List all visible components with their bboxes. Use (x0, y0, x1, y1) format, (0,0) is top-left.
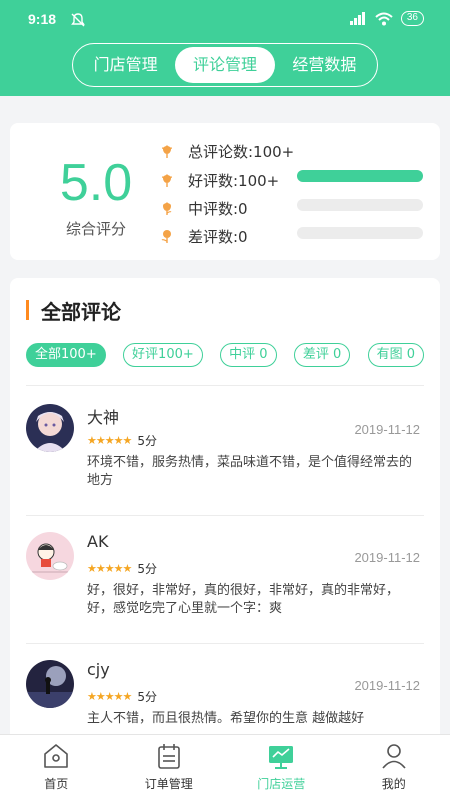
tab-mine[interactable]: 我的 (338, 735, 450, 800)
home-icon (44, 744, 69, 768)
rating-score: 5分 (137, 690, 157, 704)
section-title-accent (26, 300, 29, 320)
medium-reviews-text: 中评数:0 (188, 199, 248, 218)
good-reviews-bar (297, 170, 423, 182)
review-text: 好，很好，非常好，真的很好，非常好，真的非常好，好，感觉吃完了心里就一个字：爽 (87, 583, 400, 616)
review-date: 2019-11-12 (354, 422, 420, 437)
review-date: 2019-11-12 (354, 550, 420, 565)
bottom-tab-bar: 首页 订单管理 门店运营 我的 (0, 734, 450, 800)
status-bar: 9:18 36 (0, 0, 450, 40)
filter-good[interactable]: 好评100+ (123, 343, 203, 367)
flower-icon (163, 202, 172, 215)
tab-business-data[interactable]: 经营数据 (275, 47, 374, 83)
status-time: 9:18 (28, 11, 57, 27)
flower-icon (161, 145, 173, 158)
tab-mine-label: 我的 (381, 777, 406, 791)
total-reviews-text: 总评论数:100+ (188, 142, 295, 161)
tab-orders-label: 订单管理 (144, 777, 193, 791)
star-icon: ★★★★★ (87, 434, 132, 447)
bad-reviews-text: 差评数:0 (188, 227, 248, 246)
signal-icon (349, 12, 365, 25)
divider (26, 515, 424, 516)
star-rating: ★★★★★ 5分 (87, 560, 157, 577)
review-item: cjy ★★★★★ 5分 2019-11-12 主人不错，而且很热情。希望你的生… (26, 660, 424, 738)
star-icon: ★★★★★ (87, 562, 132, 575)
good-reviews-row: 好评数:100+ (158, 168, 279, 192)
good-reviews-text: 好评数:100+ (188, 171, 280, 190)
medium-reviews-bar (297, 199, 423, 211)
tab-store-operation[interactable]: 门店运营 (225, 735, 338, 800)
divider (26, 643, 424, 644)
rating-summary-card: 5.0 综合评分 总评论数:100+ 好评数:100+ 中评数:0 差评数:0 (10, 123, 440, 260)
profile-icon (382, 744, 406, 769)
status-icons: 36 (349, 11, 424, 26)
flower-icon (161, 174, 173, 187)
order-icon (157, 744, 180, 769)
review-text: 环境不错，服务热情，菜品味道不错，是个值得经常去的地方 (87, 455, 413, 488)
filter-all[interactable]: 全部100+ (26, 343, 106, 367)
reviewer-name: 大神 (87, 408, 120, 427)
tab-home[interactable]: 首页 (0, 735, 113, 800)
star-rating: ★★★★★ 5分 (87, 432, 157, 449)
total-reviews-row: 总评论数:100+ (158, 139, 294, 163)
review-item: AK ★★★★★ 5分 2019-11-12 好，很好，非常好，真的很好，非常好… (26, 532, 424, 632)
bad-reviews-bar (297, 227, 423, 239)
medium-reviews-row: 中评数:0 (158, 196, 248, 220)
reviews-card: 全部评论 全部100+ 好评100+ 中评 0 差评 0 有图 0 大神 ★★★… (10, 278, 440, 738)
rating-score: 5分 (137, 562, 157, 576)
mute-icon (71, 13, 85, 27)
review-text: 主人不错，而且很热情。希望你的生意 越做越好 (87, 711, 365, 726)
filter-medium[interactable]: 中评 0 (220, 343, 277, 367)
tab-store-operation-label: 门店运营 (257, 777, 306, 791)
review-filters: 全部100+ 好评100+ 中评 0 差评 0 有图 0 (26, 343, 424, 367)
avatar (26, 532, 74, 580)
store-operation-icon (269, 746, 294, 769)
overall-score-label: 综合评分 (65, 220, 126, 238)
overall-score: 5.0 (59, 154, 133, 212)
filter-with-photo[interactable]: 有图 0 (367, 343, 424, 367)
section-title: 全部评论 (26, 298, 121, 324)
avatar (26, 660, 74, 708)
segment-control: 门店管理 评论管理 经营数据 (72, 43, 378, 87)
tab-home-label: 首页 (44, 777, 69, 791)
rating-score: 5分 (137, 434, 157, 448)
review-date: 2019-11-12 (354, 678, 420, 693)
bad-reviews-row: 差评数:0 (158, 224, 248, 248)
star-icon: ★★★★★ (87, 690, 132, 703)
wifi-icon (375, 12, 393, 25)
flower-icon (161, 230, 171, 243)
battery-indicator: 36 (400, 11, 424, 26)
tab-orders[interactable]: 订单管理 (113, 735, 226, 800)
avatar (26, 404, 74, 452)
good-reviews-bar-fill (297, 170, 423, 182)
reviewer-name: AK (87, 532, 109, 551)
review-item: 大神 ★★★★★ 5分 2019-11-12 环境不错，服务热情，菜品味道不错，… (26, 404, 424, 504)
header: 9:18 36 门店管理 评论管理 经营数据 (0, 0, 450, 96)
star-rating: ★★★★★ 5分 (87, 688, 157, 705)
reviewer-name: cjy (87, 660, 110, 679)
divider (26, 385, 424, 386)
tab-store-management[interactable]: 门店管理 (76, 47, 175, 83)
tab-review-management[interactable]: 评论管理 (175, 47, 275, 83)
section-title-text: 全部评论 (41, 299, 121, 324)
filter-bad[interactable]: 差评 0 (293, 343, 351, 367)
